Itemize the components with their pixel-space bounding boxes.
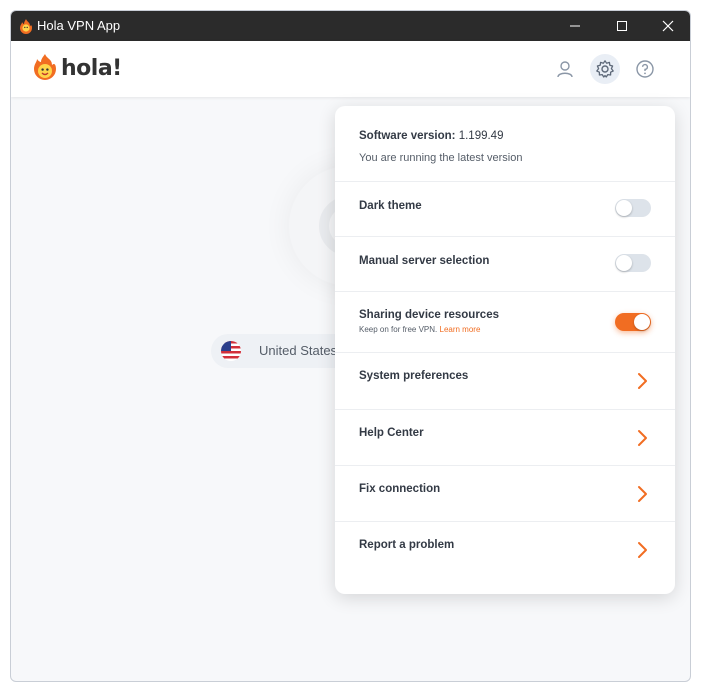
- toggle-knob: [634, 314, 650, 330]
- maximize-icon: [617, 21, 627, 31]
- dark-theme-label: Dark theme: [359, 200, 422, 212]
- settings-panel: Software version: 1.199.49 You are runni…: [335, 106, 675, 594]
- help-icon: [636, 60, 654, 78]
- user-icon: [557, 61, 573, 78]
- sharing-toggle[interactable]: [615, 313, 651, 331]
- chevron-right-icon: [638, 486, 647, 502]
- title-bar[interactable]: Hola VPN App: [11, 11, 690, 41]
- close-icon: [662, 20, 674, 32]
- sharing-note: Keep on for free VPN. Learn more: [359, 325, 480, 334]
- help-center-label: Help Center: [359, 427, 424, 439]
- system-preferences-label: System preferences: [359, 370, 469, 382]
- minimize-icon: [570, 25, 580, 27]
- version-row: Software version: 1.199.49 You are runni…: [335, 106, 675, 182]
- us-flag-icon: [221, 341, 241, 361]
- manual-server-row[interactable]: Manual server selection: [335, 237, 675, 292]
- manual-server-toggle[interactable]: [615, 254, 651, 272]
- country-name: United States: [259, 343, 338, 358]
- report-problem-row[interactable]: Report a problem: [335, 522, 675, 582]
- help-button[interactable]: [630, 54, 660, 84]
- report-problem-label: Report a problem: [359, 539, 455, 551]
- sharing-row[interactable]: Sharing device resources Keep on for fre…: [335, 292, 675, 353]
- fix-connection-label: Fix connection: [359, 483, 441, 495]
- fix-connection-row[interactable]: Fix connection: [335, 466, 675, 522]
- sharing-label: Sharing device resources: [359, 309, 499, 321]
- system-preferences-row[interactable]: System preferences: [335, 353, 675, 410]
- chevron-right-icon: [638, 430, 647, 446]
- sharing-note-text: Keep on for free VPN.: [359, 325, 438, 334]
- version-value: 1.199.49: [458, 130, 504, 142]
- gear-icon: [596, 60, 614, 78]
- toggle-knob: [616, 200, 632, 216]
- minimize-button[interactable]: [552, 11, 598, 41]
- account-button[interactable]: [550, 54, 580, 84]
- settings-button[interactable]: [590, 54, 620, 84]
- dark-theme-row[interactable]: Dark theme: [335, 182, 675, 237]
- dark-theme-toggle[interactable]: [615, 199, 651, 217]
- learn-more-link[interactable]: Learn more: [440, 325, 481, 334]
- maximize-button[interactable]: [599, 11, 645, 41]
- app-header: hola!: [11, 41, 690, 97]
- chevron-right-icon: [638, 373, 647, 389]
- version-line: Software version: 1.199.49: [359, 130, 503, 142]
- chevron-right-icon: [638, 542, 647, 558]
- version-label: Software version:: [359, 130, 456, 142]
- version-status: You are running the latest version: [359, 152, 523, 164]
- logo-text: hola!: [61, 56, 122, 81]
- hola-flame-icon: [20, 19, 32, 34]
- help-center-row[interactable]: Help Center: [335, 410, 675, 466]
- app-window: Hola VPN App hola! United States Softwar…: [10, 10, 691, 682]
- manual-server-label: Manual server selection: [359, 255, 490, 267]
- close-button[interactable]: [645, 11, 690, 41]
- window-title: Hola VPN App: [37, 18, 121, 33]
- toggle-knob: [616, 255, 632, 271]
